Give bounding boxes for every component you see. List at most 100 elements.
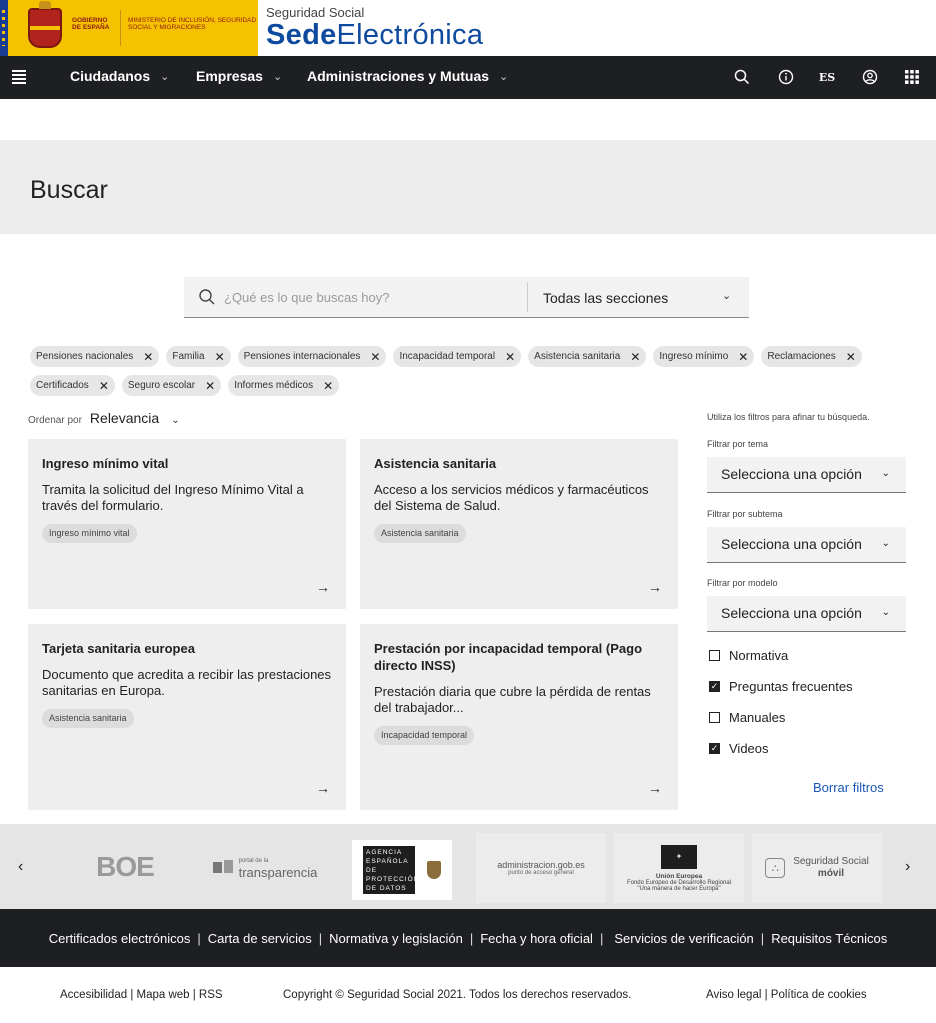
eu-flag-icon: ✦: [661, 844, 697, 869]
checkbox-checked-icon[interactable]: ✓: [709, 743, 720, 754]
checkbox-icon[interactable]: [709, 712, 720, 723]
chevron-right-icon[interactable]: ›: [905, 858, 910, 876]
filter-chip[interactable]: Reclamaciones ✕: [761, 346, 862, 367]
chevron-down-icon[interactable]: ⌄: [171, 415, 179, 426]
result-card[interactable]: Asistencia sanitaria Acceso a los servic…: [360, 439, 678, 609]
arrow-right-icon[interactable]: →: [648, 780, 662, 796]
chevron-down-icon[interactable]: ⌄: [722, 289, 731, 302]
filter-tema-label: Filtrar por tema: [707, 439, 769, 449]
sede-subtitle: Seguridad Social: [266, 5, 365, 20]
filter-chip[interactable]: Familia ✕: [166, 346, 231, 367]
sede-logo[interactable]: Seguridad Social SedeElectrónica: [266, 5, 484, 51]
transparencia-text: transparencia: [238, 865, 318, 880]
user-icon[interactable]: [860, 67, 880, 87]
info-icon[interactable]: [776, 67, 796, 87]
close-icon[interactable]: ✕: [505, 350, 515, 364]
card-description: Tramita la solicitud del Ingreso Mínimo …: [42, 482, 304, 513]
close-icon[interactable]: ✕: [143, 350, 153, 364]
checkbox-icon[interactable]: [709, 650, 720, 661]
footer-link[interactable]: Normativa y legislación: [329, 931, 463, 946]
language-selector[interactable]: ES: [817, 67, 837, 87]
government-logo[interactable]: GOBIERNO DE ESPAÑA MINISTERIO DE INCLUSI…: [0, 0, 258, 56]
search-icon[interactable]: [198, 288, 216, 306]
nav-item-ciudadanos[interactable]: Ciudadanos ⌄: [70, 68, 169, 84]
filter-chip[interactable]: Ingreso mínimo ✕: [653, 346, 755, 367]
transparencia-logo[interactable]: portal de la transparencia: [205, 834, 325, 900]
chip-label: Ingreso mínimo: [659, 351, 729, 362]
boe-logo[interactable]: BOE: [80, 834, 170, 900]
separator: |: [197, 930, 201, 946]
result-card[interactable]: Ingreso mínimo vital Tramita la solicitu…: [28, 439, 346, 609]
partner-logos-carousel: ‹ BOE portal de la transparencia AGENCIA…: [0, 824, 936, 909]
close-icon[interactable]: ✕: [630, 350, 640, 364]
footer-link[interactable]: Carta de servicios: [208, 931, 312, 946]
footer-link[interactable]: Fecha y hora oficial: [480, 931, 593, 946]
arrow-right-icon[interactable]: →: [316, 780, 330, 796]
sede-title-light: Electrónica: [336, 19, 484, 51]
nav-label: Administraciones y Mutuas: [307, 68, 490, 84]
checkbox-normativa[interactable]: Normativa: [709, 648, 788, 663]
section-select[interactable]: Todas las secciones: [543, 290, 668, 306]
close-icon[interactable]: ✕: [99, 379, 109, 393]
nav-label: Ciudadanos: [70, 68, 151, 84]
clear-filters-link[interactable]: Borrar filtros: [813, 780, 884, 795]
search-input[interactable]: [224, 277, 524, 317]
chip-label: Asistencia sanitaria: [534, 351, 621, 362]
sort-label: Ordenar por: [28, 415, 82, 426]
ss-movil-logo[interactable]: ∴ Seguridad Social móvil: [752, 833, 882, 903]
filter-chip[interactable]: Pensiones internacionales ✕: [237, 346, 387, 367]
nav-item-administraciones[interactable]: Administraciones y Mutuas ⌄: [307, 68, 508, 84]
filter-chip[interactable]: Pensiones nacionales ✕: [30, 346, 160, 367]
filter-chip[interactable]: Asistencia sanitaria ✕: [528, 346, 647, 367]
footer-link[interactable]: Servicios de verificación: [614, 931, 753, 946]
copyright: Copyright © Seguridad Social 2021. Todos…: [283, 989, 632, 1001]
accessibility-links[interactable]: Accesibilidad | Mapa web | RSS: [60, 989, 223, 1001]
checkbox-preguntas-frecuentes[interactable]: ✓ Preguntas frecuentes: [709, 679, 853, 694]
result-card[interactable]: Tarjeta sanitaria europea Documento que …: [28, 624, 346, 810]
chevron-down-icon: ⌄: [499, 70, 509, 83]
search-bar: Todas las secciones ⌄: [184, 277, 749, 318]
filter-modelo-select[interactable]: Selecciona una opción ⌄: [707, 596, 906, 632]
close-icon[interactable]: ✕: [738, 350, 748, 364]
close-icon[interactable]: ✕: [215, 350, 225, 364]
legal-links[interactable]: Aviso legal | Política de cookies: [706, 989, 867, 1001]
chip-label: Pensiones nacionales: [36, 351, 134, 362]
filter-chip[interactable]: Incapacidad temporal ✕: [393, 346, 522, 367]
close-icon[interactable]: ✕: [205, 379, 215, 393]
footer-link[interactable]: Certificados electrónicos: [49, 931, 191, 946]
apps-grid-icon[interactable]: [902, 67, 922, 87]
close-icon[interactable]: ✕: [846, 350, 856, 364]
page-title: Buscar: [30, 176, 108, 204]
checkbox-videos[interactable]: ✓ Videos: [709, 741, 769, 756]
chevron-left-icon[interactable]: ‹: [18, 858, 23, 876]
filter-tema-select[interactable]: Selecciona una opción ⌄: [707, 457, 906, 493]
coat-of-arms-icon: [28, 1, 62, 48]
filter-chip[interactable]: Seguro escolar ✕: [121, 375, 222, 396]
aepd-logo[interactable]: AGENCIA ESPAÑOLA DE PROTECCIÓN DE DATOS: [352, 840, 452, 900]
filter-subtema-select[interactable]: Selecciona una opción ⌄: [707, 527, 906, 563]
select-value: Selecciona una opción: [721, 536, 862, 552]
search-icon[interactable]: [732, 67, 752, 87]
checkbox-manuales[interactable]: Manuales: [709, 710, 785, 725]
filter-chip[interactable]: Informes médicos ✕: [228, 375, 340, 396]
arrow-right-icon[interactable]: →: [316, 579, 330, 595]
footer-link[interactable]: Requisitos Técnicos: [771, 931, 887, 946]
filter-chip[interactable]: Certificados ✕: [30, 375, 115, 396]
select-value: Selecciona una opción: [721, 466, 862, 482]
sort-select[interactable]: Relevancia: [90, 410, 159, 426]
administracion-logo[interactable]: administracion.gob.es punto de acceso ge…: [476, 833, 606, 903]
nav-item-empresas[interactable]: Empresas ⌄: [196, 68, 282, 84]
eu-logo[interactable]: ✦ Unión Europea Fondo Europeo de Desarro…: [614, 833, 744, 903]
admin-text: administracion.gob.es: [497, 860, 585, 870]
checkbox-checked-icon[interactable]: ✓: [709, 681, 720, 692]
checkbox-label: Manuales: [729, 710, 786, 725]
close-icon[interactable]: ✕: [323, 379, 333, 393]
card-description: Acceso a los servicios médicos y farmacé…: [374, 482, 649, 513]
separator: |: [318, 930, 323, 946]
arrow-right-icon[interactable]: →: [648, 579, 662, 595]
menu-icon[interactable]: [12, 70, 26, 84]
close-icon[interactable]: ✕: [370, 350, 380, 364]
title-band: Buscar: [0, 140, 936, 234]
chevron-down-icon: ⌄: [160, 70, 170, 83]
result-card[interactable]: Prestación por incapacidad temporal (Pag…: [360, 624, 678, 810]
